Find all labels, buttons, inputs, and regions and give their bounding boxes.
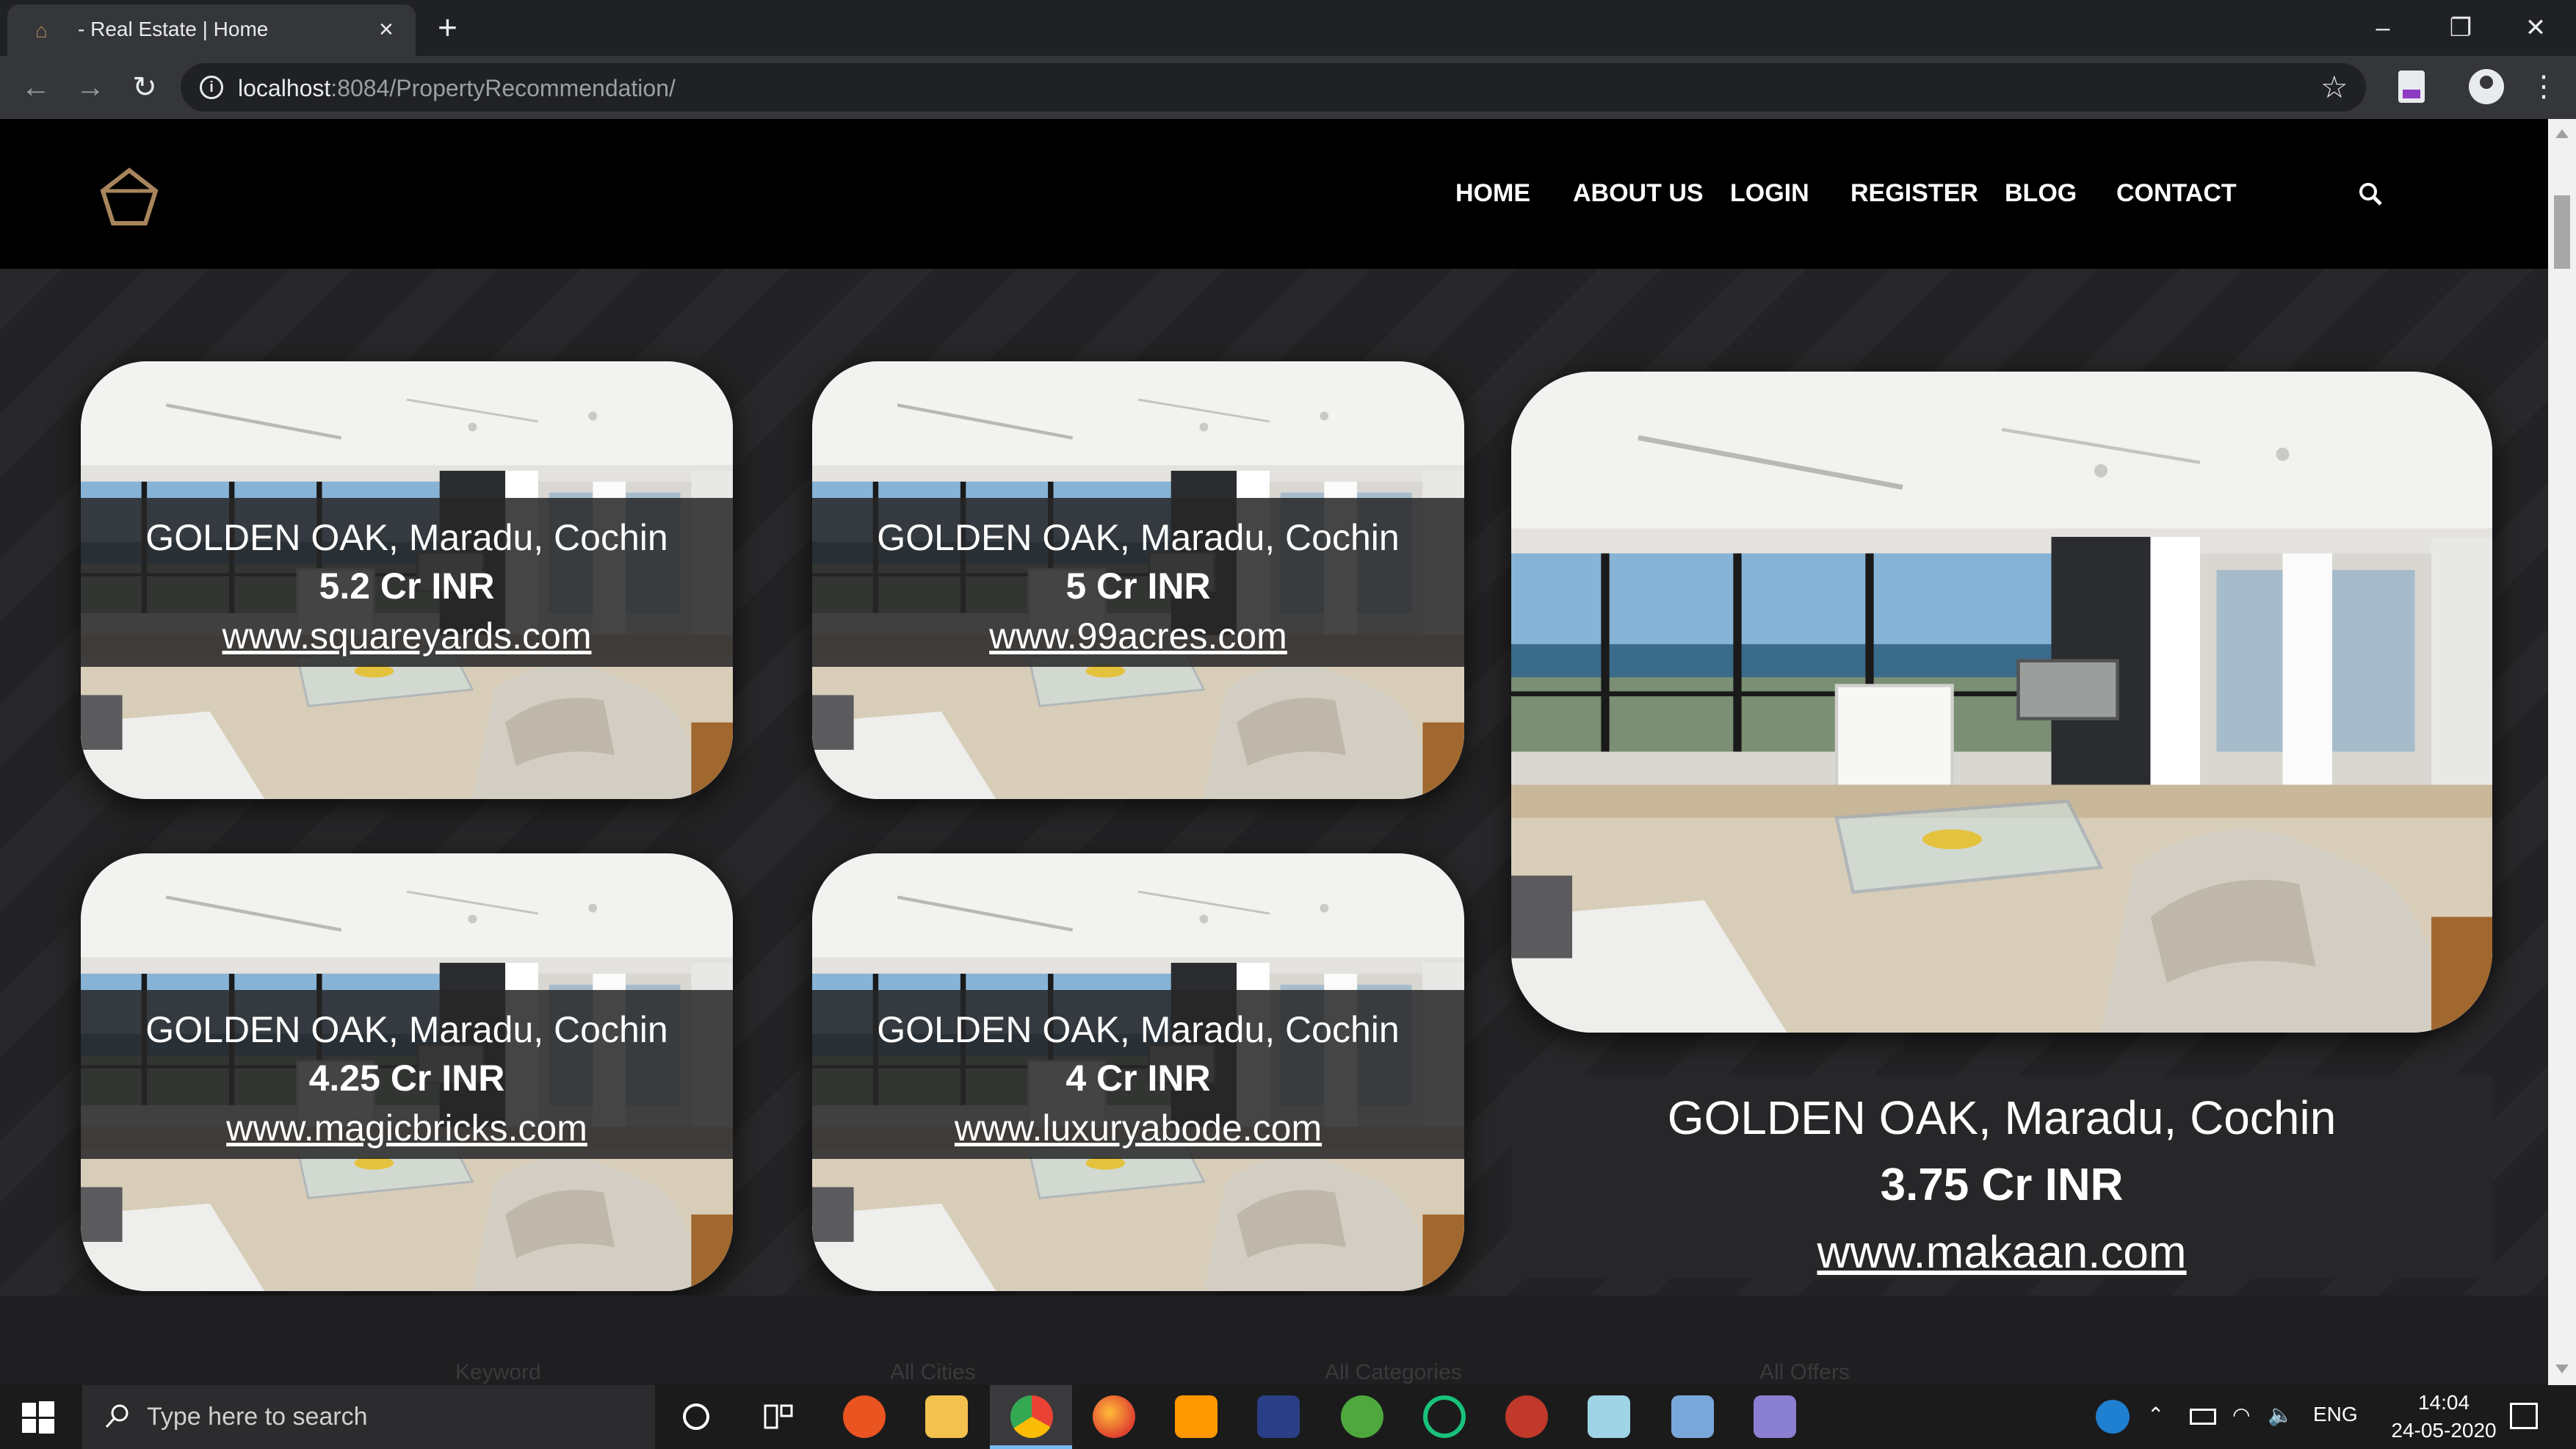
search-icon[interactable]: [2357, 181, 2384, 207]
listing-price: 4.25 Cr INR: [308, 1058, 505, 1099]
dev-cpp-icon[interactable]: [1257, 1395, 1300, 1438]
scroll-up-icon[interactable]: [2555, 129, 2569, 138]
address-bar[interactable]: i localhost:8084/PropertyRecommendation/…: [181, 63, 2366, 112]
scroll-thumb[interactable]: [2554, 195, 2570, 269]
netbeans-icon[interactable]: [1505, 1395, 1548, 1438]
virtualbox-icon[interactable]: [1671, 1395, 1714, 1438]
profile-icon[interactable]: [2469, 69, 2504, 104]
reload-icon[interactable]: ↻: [123, 66, 166, 109]
listing-source-link[interactable]: www.squareyards.com: [81, 611, 733, 661]
sublime-text-icon[interactable]: [1175, 1395, 1218, 1438]
magnifier-icon: [105, 1404, 129, 1428]
site-info-icon[interactable]: i: [200, 76, 223, 99]
bookmark-star-icon[interactable]: ☆: [2320, 69, 2348, 105]
city-select[interactable]: All Cities: [890, 1360, 976, 1385]
scroll-down-icon[interactable]: [2555, 1365, 2569, 1373]
listing-card[interactable]: GOLDEN OAK, Maradu, Cochin 5 Cr INR www.…: [812, 361, 1464, 799]
listing-card[interactable]: GOLDEN OAK, Maradu, Cochin 5.2 Cr INR ww…: [81, 361, 733, 799]
ubuntu-icon[interactable]: [843, 1395, 886, 1438]
url-text[interactable]: localhost:8084/PropertyRecommendation/: [238, 75, 676, 102]
featured-listing-info: GOLDEN OAK, Maradu, Cochin 3.75 Cr INR w…: [1511, 1075, 2492, 1278]
browser-toolbar: ← → ↻ i localhost:8084/PropertyRecommend…: [0, 56, 2576, 119]
help-tray-icon[interactable]: [2096, 1400, 2130, 1434]
featured-price: 3.75 Cr INR: [1880, 1160, 2124, 1210]
nav-home[interactable]: HOME: [1455, 179, 1530, 208]
listing-overlay: GOLDEN OAK, Maradu, Cochin 4 Cr INR www.…: [812, 990, 1464, 1159]
listing-price: 5.2 Cr INR: [319, 565, 495, 607]
new-tab-icon[interactable]: +: [438, 9, 457, 46]
apartment-photo: [1511, 372, 2492, 1033]
listing-price: 4 Cr INR: [1066, 1058, 1211, 1099]
eclipse-icon[interactable]: [1754, 1395, 1796, 1438]
browser-tab-bar: ⌂ - Real Estate | Home × + – ❐ ✕: [0, 0, 2576, 56]
offer-select[interactable]: All Offers: [1759, 1360, 1850, 1385]
windows-taskbar: Type here to search ⌃ ◠ 🔈 ENG 14:04 24-0…: [0, 1385, 2576, 1449]
featured-listing-photo[interactable]: [1511, 372, 2492, 1033]
chrome-icon[interactable]: [1010, 1395, 1053, 1438]
notifications-icon[interactable]: [2510, 1403, 2538, 1429]
listing-name: GOLDEN OAK, Maradu, Cochin: [145, 1009, 668, 1050]
nav-blog[interactable]: BLOG: [2005, 179, 2077, 208]
window-close-icon[interactable]: ✕: [2503, 6, 2569, 50]
listing-name: GOLDEN OAK, Maradu, Cochin: [877, 517, 1400, 558]
notes-app-icon[interactable]: [1588, 1395, 1630, 1438]
cortana-icon[interactable]: [676, 1395, 717, 1438]
language-indicator[interactable]: ENG: [2313, 1403, 2358, 1426]
task-view-icon[interactable]: [758, 1395, 799, 1438]
nav-about-us[interactable]: ABOUT US: [1573, 179, 1704, 208]
taskbar-search-placeholder: Type here to search: [147, 1403, 368, 1431]
file-explorer-icon[interactable]: [925, 1395, 968, 1438]
volume-icon[interactable]: 🔈: [2268, 1403, 2293, 1427]
browser-tab[interactable]: ⌂ - Real Estate | Home ×: [7, 4, 416, 56]
windows-start-icon[interactable]: [22, 1401, 54, 1434]
page-scrollbar[interactable]: [2548, 119, 2576, 1385]
clock-time[interactable]: 14:04: [2400, 1391, 2488, 1414]
forward-icon[interactable]: →: [69, 66, 112, 109]
category-select[interactable]: All Categories: [1325, 1360, 1462, 1385]
listing-source-link[interactable]: www.magicbricks.com: [81, 1103, 733, 1153]
house-favicon-icon: ⌂: [35, 19, 48, 42]
listing-price: 5 Cr INR: [1066, 565, 1211, 607]
taskbar-search-box[interactable]: Type here to search: [82, 1385, 655, 1449]
nav-register[interactable]: REGISTER: [1850, 179, 1978, 208]
minimize-icon[interactable]: –: [2350, 6, 2416, 50]
wifi-icon[interactable]: ◠: [2232, 1403, 2250, 1427]
house-logo-icon[interactable]: [100, 167, 159, 226]
tab-title: - Real Estate | Home: [78, 18, 269, 40]
show-hidden-icons-icon[interactable]: ⌃: [2147, 1403, 2164, 1427]
close-tab-icon[interactable]: ×: [379, 15, 394, 44]
site-header: HOME ABOUT US LOGIN REGISTER BLOG CONTAC…: [0, 119, 2548, 269]
keyword-field[interactable]: Keyword: [455, 1360, 541, 1385]
listing-overlay: GOLDEN OAK, Maradu, Cochin 5.2 Cr INR ww…: [81, 498, 733, 667]
listing-source-link[interactable]: www.99acres.com: [812, 611, 1464, 661]
nav-contact[interactable]: CONTACT: [2116, 179, 2237, 208]
sync-app-icon[interactable]: [1423, 1395, 1466, 1438]
clock-date[interactable]: 24-05-2020: [2370, 1419, 2517, 1442]
listing-overlay: GOLDEN OAK, Maradu, Cochin 5 Cr INR www.…: [812, 498, 1464, 667]
menu-kebab-icon[interactable]: ⋮: [2529, 69, 2558, 104]
back-icon[interactable]: ←: [15, 66, 57, 109]
nav-login[interactable]: LOGIN: [1730, 179, 1809, 208]
listing-name: GOLDEN OAK, Maradu, Cochin: [877, 1009, 1400, 1050]
battery-icon[interactable]: [2190, 1409, 2216, 1425]
firefox-icon[interactable]: [1093, 1395, 1135, 1438]
listing-name: GOLDEN OAK, Maradu, Cochin: [145, 517, 668, 558]
listing-source-link[interactable]: www.luxuryabode.com: [812, 1103, 1464, 1153]
listings-section: GOLDEN OAK, Maradu, Cochin 5.2 Cr INR ww…: [0, 269, 2548, 1296]
restore-icon[interactable]: ❐: [2428, 6, 2494, 50]
pdf-extension-icon[interactable]: [2398, 71, 2425, 103]
featured-source-link[interactable]: www.makaan.com: [1511, 1219, 2492, 1287]
listing-card[interactable]: GOLDEN OAK, Maradu, Cochin 4 Cr INR www.…: [812, 853, 1464, 1291]
featured-name: GOLDEN OAK, Maradu, Cochin: [1667, 1091, 2337, 1144]
listing-card[interactable]: GOLDEN OAK, Maradu, Cochin 4.25 Cr INR w…: [81, 853, 733, 1291]
search-filter-bar: Keyword All Cities All Categories All Of…: [0, 1296, 2548, 1385]
utorrent-icon[interactable]: [1341, 1395, 1383, 1438]
listing-overlay: GOLDEN OAK, Maradu, Cochin 4.25 Cr INR w…: [81, 990, 733, 1159]
